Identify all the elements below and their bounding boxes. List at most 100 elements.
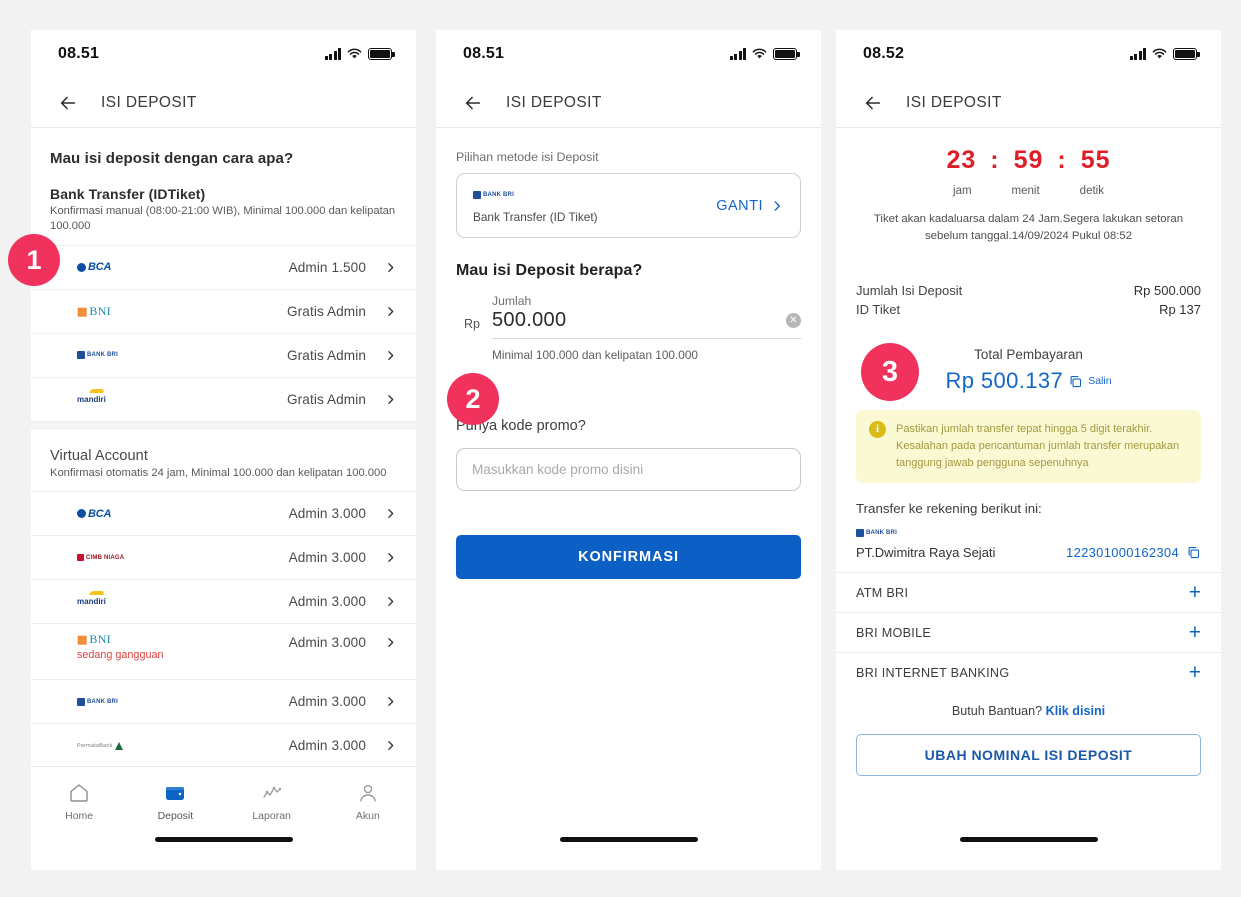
bank-row[interactable]: mandiri Gratis Admin — [31, 376, 416, 421]
bca-logo-icon: BCA — [77, 507, 111, 520]
transfer-section-title: Transfer ke rekening berikut ini: — [856, 501, 1042, 517]
nav-item-home[interactable]: Home — [44, 781, 114, 822]
expand-row-bri-internet-banking[interactable]: BRI INTERNET BANKING + — [836, 652, 1221, 692]
expand-label: ATM BRI — [856, 585, 909, 600]
countdown-minutes: 59 — [1013, 146, 1044, 174]
amount-input[interactable]: 500.000 — [492, 309, 566, 332]
nav-label: Home — [65, 810, 94, 822]
nav-label: Akun — [355, 810, 380, 822]
status-bar: 08.52 — [836, 30, 1221, 78]
status-icons — [324, 48, 395, 60]
home-indicator — [559, 837, 698, 842]
page-title: ISI DEPOSIT — [906, 93, 1002, 111]
nav-label: Deposit — [157, 810, 194, 822]
phone-screen-amount-entry: 08.51 ISI DEPOSIT Pilihan metode isi Dep… — [436, 30, 821, 870]
arrow-left-icon[interactable] — [57, 92, 79, 114]
amount-heading: Mau isi Deposit berapa? — [456, 262, 643, 279]
wifi-icon — [752, 48, 767, 59]
bank-fee: Gratis Admin — [286, 347, 366, 363]
status-bar: 08.51 — [31, 30, 416, 78]
bank-row[interactable]: BCA Admin 3.000 — [31, 491, 416, 535]
currency-prefix: Rp — [464, 317, 480, 331]
copy-icon[interactable] — [1186, 545, 1201, 560]
bni-logo-icon: ▩ BNI — [77, 632, 111, 647]
bank-fee: Admin 3.000 — [288, 550, 366, 566]
account-number-wrap[interactable]: 122301000162304 — [1066, 545, 1201, 560]
bca-logo-icon: BCA — [77, 261, 111, 274]
signal-icon — [729, 48, 746, 60]
bank-fee: Gratis Admin — [286, 303, 366, 319]
bank-row[interactable]: BCA Admin 1.500 — [31, 244, 416, 289]
nav-item-deposit[interactable]: Deposit — [140, 781, 210, 822]
bank-fee: Admin 3.000 — [288, 594, 366, 610]
countdown-seconds: 55 — [1080, 146, 1111, 174]
selected-method-card[interactable]: BANK BRI Bank Transfer (ID Tiket) GANTI — [456, 173, 801, 238]
confirm-button[interactable]: KONFIRMASI — [456, 535, 801, 579]
change-method-button[interactable]: GANTI — [716, 198, 784, 214]
home-indicator — [959, 837, 1098, 842]
nav-item-laporan[interactable]: Laporan — [237, 781, 307, 822]
chevron-right-icon — [774, 201, 781, 211]
nav-item-akun[interactable]: Akun — [333, 781, 403, 822]
chevron-right-icon — [388, 638, 394, 648]
copy-label[interactable]: Salin — [1088, 375, 1111, 387]
page-title: ISI DEPOSIT — [506, 93, 602, 111]
warning-note: i Pastikan jumlah transfer tepat hingga … — [856, 410, 1201, 484]
wifi-icon — [347, 48, 362, 59]
account-name: PT.Dwimitra Raya Sejati — [856, 545, 996, 561]
step-badge-1: 1 — [8, 234, 60, 286]
bank-row[interactable]: BANK BRI Admin 3.000 — [31, 679, 416, 723]
chevron-right-icon — [388, 509, 394, 519]
help-link[interactable]: Klik disini — [1046, 704, 1105, 718]
change-amount-button[interactable]: UBAH NOMINAL ISI DEPOSIT — [856, 734, 1201, 777]
bank-row[interactable]: mandiri Admin 3.000 — [31, 579, 416, 623]
signal-icon — [1129, 48, 1146, 60]
bank-row[interactable]: BANK BRI Gratis Admin — [31, 332, 416, 377]
group-header-bank-transfer: Bank Transfer (IDTiket) Konfirmasi manua… — [31, 167, 416, 245]
change-method-label: GANTI — [716, 198, 763, 214]
promo-code-input[interactable] — [456, 448, 801, 491]
copy-icon[interactable] — [1068, 374, 1083, 389]
info-icon: i — [869, 421, 886, 439]
expand-row-atm-bri[interactable]: ATM BRI + — [836, 572, 1221, 612]
chevron-right-icon — [388, 306, 394, 316]
status-icons — [729, 48, 800, 60]
home-indicator — [154, 837, 293, 842]
bank-row[interactable]: ▩ BNI sedang gangguan Admin 3.000 — [31, 623, 416, 679]
amount-hint: Minimal 100.000 dan kelipatan 100.000 — [492, 348, 698, 362]
status-bar: 08.51 — [436, 30, 821, 78]
bank-row[interactable]: ▩ BNI Gratis Admin — [31, 288, 416, 333]
account-row: PT.Dwimitra Raya Sejati 122301000162304 — [836, 539, 1221, 572]
bank-row[interactable]: CIMB NIAGA Admin 3.000 — [31, 535, 416, 579]
expand-row-bri-mobile[interactable]: BRI MOBILE + — [836, 612, 1221, 652]
bank-fee: Admin 1.500 — [288, 259, 366, 275]
app-bar: ISI DEPOSIT — [836, 78, 1221, 128]
total-amount: Rp 500.137 — [945, 368, 1064, 394]
form-wrapper: Pilihan metode isi Deposit BANK BRI Bank… — [436, 128, 821, 579]
app-bar: ISI DEPOSIT — [31, 78, 416, 128]
screen-body: Pilihan metode isi Deposit BANK BRI Bank… — [436, 128, 821, 870]
countdown-area: 23 : 59 : 55 jam menit detik Tiket akan … — [836, 128, 1221, 265]
unit-minutes: menit — [1011, 185, 1040, 197]
status-time: 08.51 — [58, 45, 100, 62]
step-badge-3: 3 — [861, 343, 919, 401]
arrow-left-icon[interactable] — [862, 92, 884, 114]
arrow-left-icon[interactable] — [462, 92, 484, 114]
screen-body: 23 : 59 : 55 jam menit detik Tiket akan … — [836, 128, 1221, 870]
group-header-virtual-account: Virtual Account Konfirmasi otomatis 24 j… — [31, 429, 416, 491]
group-title: Bank Transfer (IDTiket) — [50, 186, 206, 202]
countdown-unit-labels: jam menit detik — [856, 185, 1201, 197]
chevron-right-icon — [388, 597, 394, 607]
amount-input-row[interactable]: 500.000 ✕ — [491, 308, 801, 339]
bank-fee: Gratis Admin — [286, 391, 366, 407]
bank-fee: Admin 3.000 — [288, 635, 366, 651]
chevron-right-icon — [388, 262, 394, 272]
chart-icon — [262, 786, 281, 798]
bank-row[interactable]: PermataBank Admin 3.000 — [31, 723, 416, 767]
status-icons — [1129, 48, 1200, 60]
chevron-right-icon — [388, 350, 394, 360]
bank-fee: Admin 3.000 — [288, 738, 366, 754]
account-logo-wrap: BANK BRI — [836, 516, 1221, 539]
summary-key: ID Tiket — [856, 302, 901, 318]
clear-icon[interactable]: ✕ — [786, 313, 801, 328]
